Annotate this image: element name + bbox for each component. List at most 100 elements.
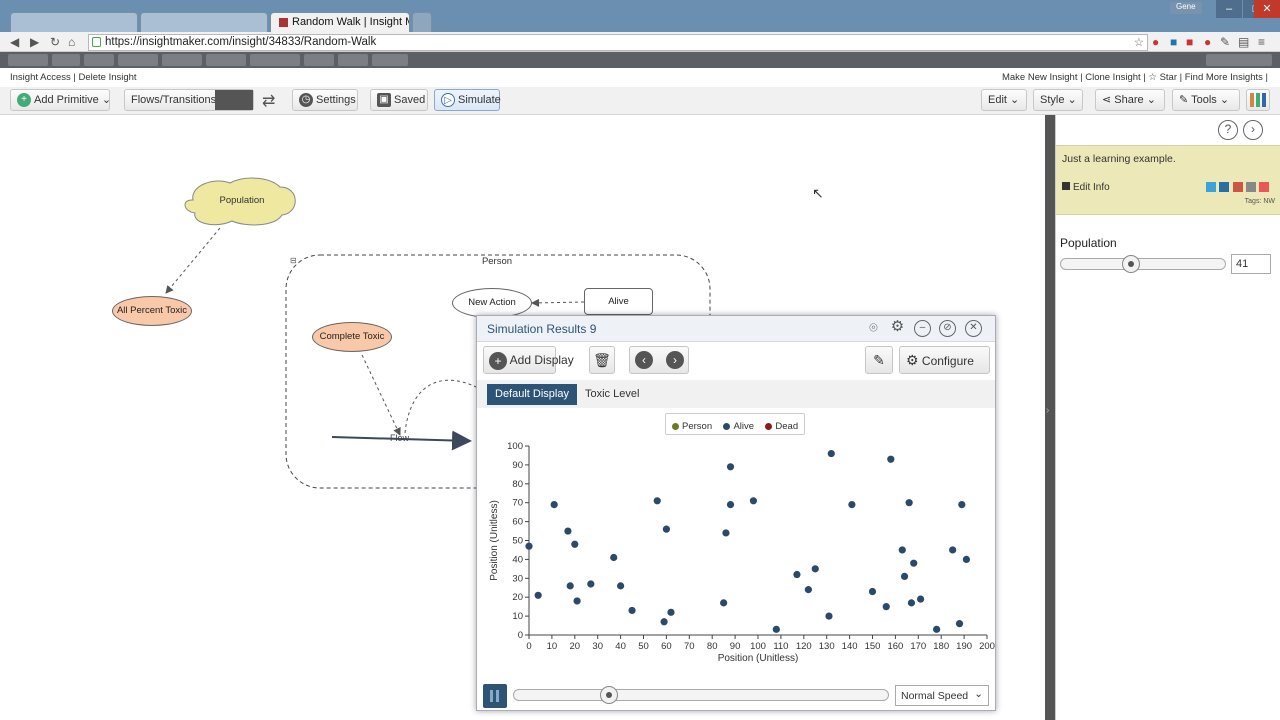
alive-state-node[interactable]: Alive <box>584 288 653 315</box>
time-slider-thumb[interactable] <box>599 686 618 704</box>
extension-icon[interactable]: ■ <box>1170 35 1177 49</box>
results-title: Simulation Results 9 <box>487 322 597 336</box>
minimize-window-icon[interactable]: – <box>1216 0 1242 18</box>
extension-icon[interactable]: ■ <box>1186 35 1193 49</box>
time-slider[interactable] <box>513 686 889 704</box>
bookmark-item[interactable] <box>372 54 408 66</box>
forward-icon[interactable]: ▶ <box>30 35 39 49</box>
previous-display-icon[interactable]: ‹ <box>635 351 653 369</box>
complete-toxic-node[interactable]: Complete Toxic <box>312 322 392 352</box>
insight-access-links[interactable]: Insight Access | Delete Insight <box>10 72 137 83</box>
swap-arrows-icon[interactable]: ⇄ <box>262 91 275 111</box>
browser-tab-2[interactable] <box>140 12 268 32</box>
wrench-icon[interactable]: ✎ <box>1220 35 1230 49</box>
simulation-results-window: Simulation Results 9 ⌾ ⚙ – ⊘ ✕ + Add Dis… <box>476 315 996 711</box>
legend-item-dead[interactable]: Dead <box>765 421 798 432</box>
reload-icon[interactable]: ↻ <box>50 35 60 49</box>
data-point-alive <box>720 599 728 607</box>
gear-icon[interactable]: ⚙ <box>889 319 906 337</box>
tools-menu-button[interactable]: ✎ Tools ⌄ <box>1172 89 1240 111</box>
browser-tab-1[interactable] <box>10 12 138 32</box>
url-text: https://insightmaker.com/insight/34833/R… <box>105 36 377 48</box>
share-menu-button[interactable]: ⋖ Share ⌄ <box>1095 89 1165 111</box>
add-primitive-button[interactable]: + Add Primitive ⌄ <box>10 89 111 111</box>
link-complete-flow[interactable] <box>361 354 401 436</box>
display-tabs: Default Display Toxic Level <box>477 380 995 408</box>
flows-transitions-button[interactable]: Flows/Transitions <box>124 89 254 111</box>
style-menu-button[interactable]: Style ⌄ <box>1033 89 1083 111</box>
minimize-icon[interactable]: – <box>914 320 931 337</box>
bookmark-item[interactable] <box>8 54 48 66</box>
page-menu-icon[interactable]: ▤ <box>1238 35 1249 49</box>
add-display-button[interactable]: + Add Display <box>483 346 574 374</box>
next-display-icon[interactable]: › <box>666 351 684 369</box>
edit-menu-button[interactable]: Edit ⌄ <box>981 89 1027 111</box>
bookmark-item[interactable] <box>250 54 300 66</box>
home-icon[interactable]: ⌂ <box>68 35 75 49</box>
other-bookmarks[interactable] <box>1206 54 1272 66</box>
url-input[interactable]: https://insightmaker.com/insight/34833/R… <box>88 34 1148 51</box>
container-handle-icon[interactable]: ⊟ <box>290 256 297 265</box>
simulate-label: Simulate <box>458 94 501 106</box>
email-icon[interactable] <box>1246 182 1257 192</box>
bookmark-item[interactable] <box>206 54 246 66</box>
twitter-icon[interactable] <box>1206 182 1216 192</box>
tab-default-display[interactable]: Default Display <box>487 384 577 405</box>
slider-thumb[interactable] <box>1121 255 1140 273</box>
all-percent-toxic-node[interactable]: All Percent Toxic <box>112 296 192 326</box>
edit-display-button[interactable]: ✎ <box>865 346 893 374</box>
link-alive-newaction[interactable] <box>531 298 585 307</box>
bookmark-item[interactable] <box>118 54 158 66</box>
panel-splitter[interactable]: › <box>1045 115 1055 720</box>
collapse-handle-icon[interactable]: › <box>1046 405 1049 416</box>
tab-toxic-level[interactable]: Toxic Level <box>577 384 647 405</box>
legend-item-person[interactable]: Person <box>672 421 712 432</box>
pencil-icon: ✎ <box>873 352 885 368</box>
link-population-toxic[interactable] <box>165 227 221 294</box>
saved-button[interactable]: ▣ Saved <box>370 89 428 111</box>
link-flow-loop[interactable] <box>404 379 477 434</box>
close-window-icon[interactable]: ✕ <box>1254 0 1280 18</box>
data-point-alive <box>573 597 581 605</box>
results-titlebar[interactable]: Simulation Results 9 ⌾ ⚙ – ⊘ ✕ <box>477 316 995 342</box>
popout-icon[interactable]: ⊘ <box>939 320 956 337</box>
speed-select[interactable]: Normal Speed ⌄ <box>895 685 989 706</box>
bookmark-item[interactable] <box>84 54 114 66</box>
simulate-button[interactable]: ▷ Simulate <box>434 89 501 111</box>
new-tab-button[interactable] <box>412 12 432 32</box>
configure-button[interactable]: ⚙ Configure <box>899 346 990 374</box>
new-action-node[interactable]: New Action <box>452 288 532 318</box>
chart-tool-button[interactable] <box>1246 89 1270 111</box>
chevron-down-icon: ⌄ <box>974 688 983 700</box>
chrome-menu-icon[interactable]: ≡ <box>1258 35 1265 49</box>
bookmark-item[interactable] <box>304 54 334 66</box>
data-point-alive <box>882 603 890 611</box>
person-agent-label: Person <box>481 256 513 267</box>
insight-actions-links[interactable]: Make New Insight | Clone Insight | ☆ Sta… <box>1002 72 1268 83</box>
pause-button[interactable] <box>483 684 507 708</box>
extension-icon[interactable]: ● <box>1204 35 1211 49</box>
google-plus-icon[interactable] <box>1232 182 1243 192</box>
browser-tab-active[interactable]: Random Walk | Insight Ma <box>270 12 410 32</box>
edit-info-link[interactable]: Edit Info <box>1062 182 1110 193</box>
user-badge[interactable]: Gene <box>1170 2 1202 14</box>
help-icon[interactable]: ? <box>1218 120 1238 140</box>
delete-display-button[interactable]: 🗑 <box>589 346 615 374</box>
back-icon[interactable]: ◀ <box>10 35 19 49</box>
legend-item-alive[interactable]: Alive <box>723 421 754 432</box>
close-icon[interactable]: ✕ <box>965 320 982 337</box>
star-icon[interactable]: ☆ <box>1134 35 1144 49</box>
forward-circle-icon[interactable]: › <box>1243 120 1263 140</box>
linkedin-icon[interactable] <box>1219 182 1230 192</box>
bookmark-item[interactable] <box>52 54 80 66</box>
bookmark-item[interactable] <box>162 54 202 66</box>
population-slider[interactable] <box>1060 255 1226 273</box>
population-value-input[interactable]: 41 <box>1231 254 1271 274</box>
pin-icon[interactable]: ⌾ <box>865 320 882 337</box>
display-nav-group: ‹ › <box>629 346 689 374</box>
flows-toggle[interactable] <box>215 90 253 110</box>
bookmark-item[interactable] <box>338 54 368 66</box>
extension-icon[interactable]: ● <box>1152 35 1159 49</box>
settings-button[interactable]: ◷ Settings <box>292 89 358 111</box>
plus-share-icon[interactable] <box>1259 182 1270 192</box>
